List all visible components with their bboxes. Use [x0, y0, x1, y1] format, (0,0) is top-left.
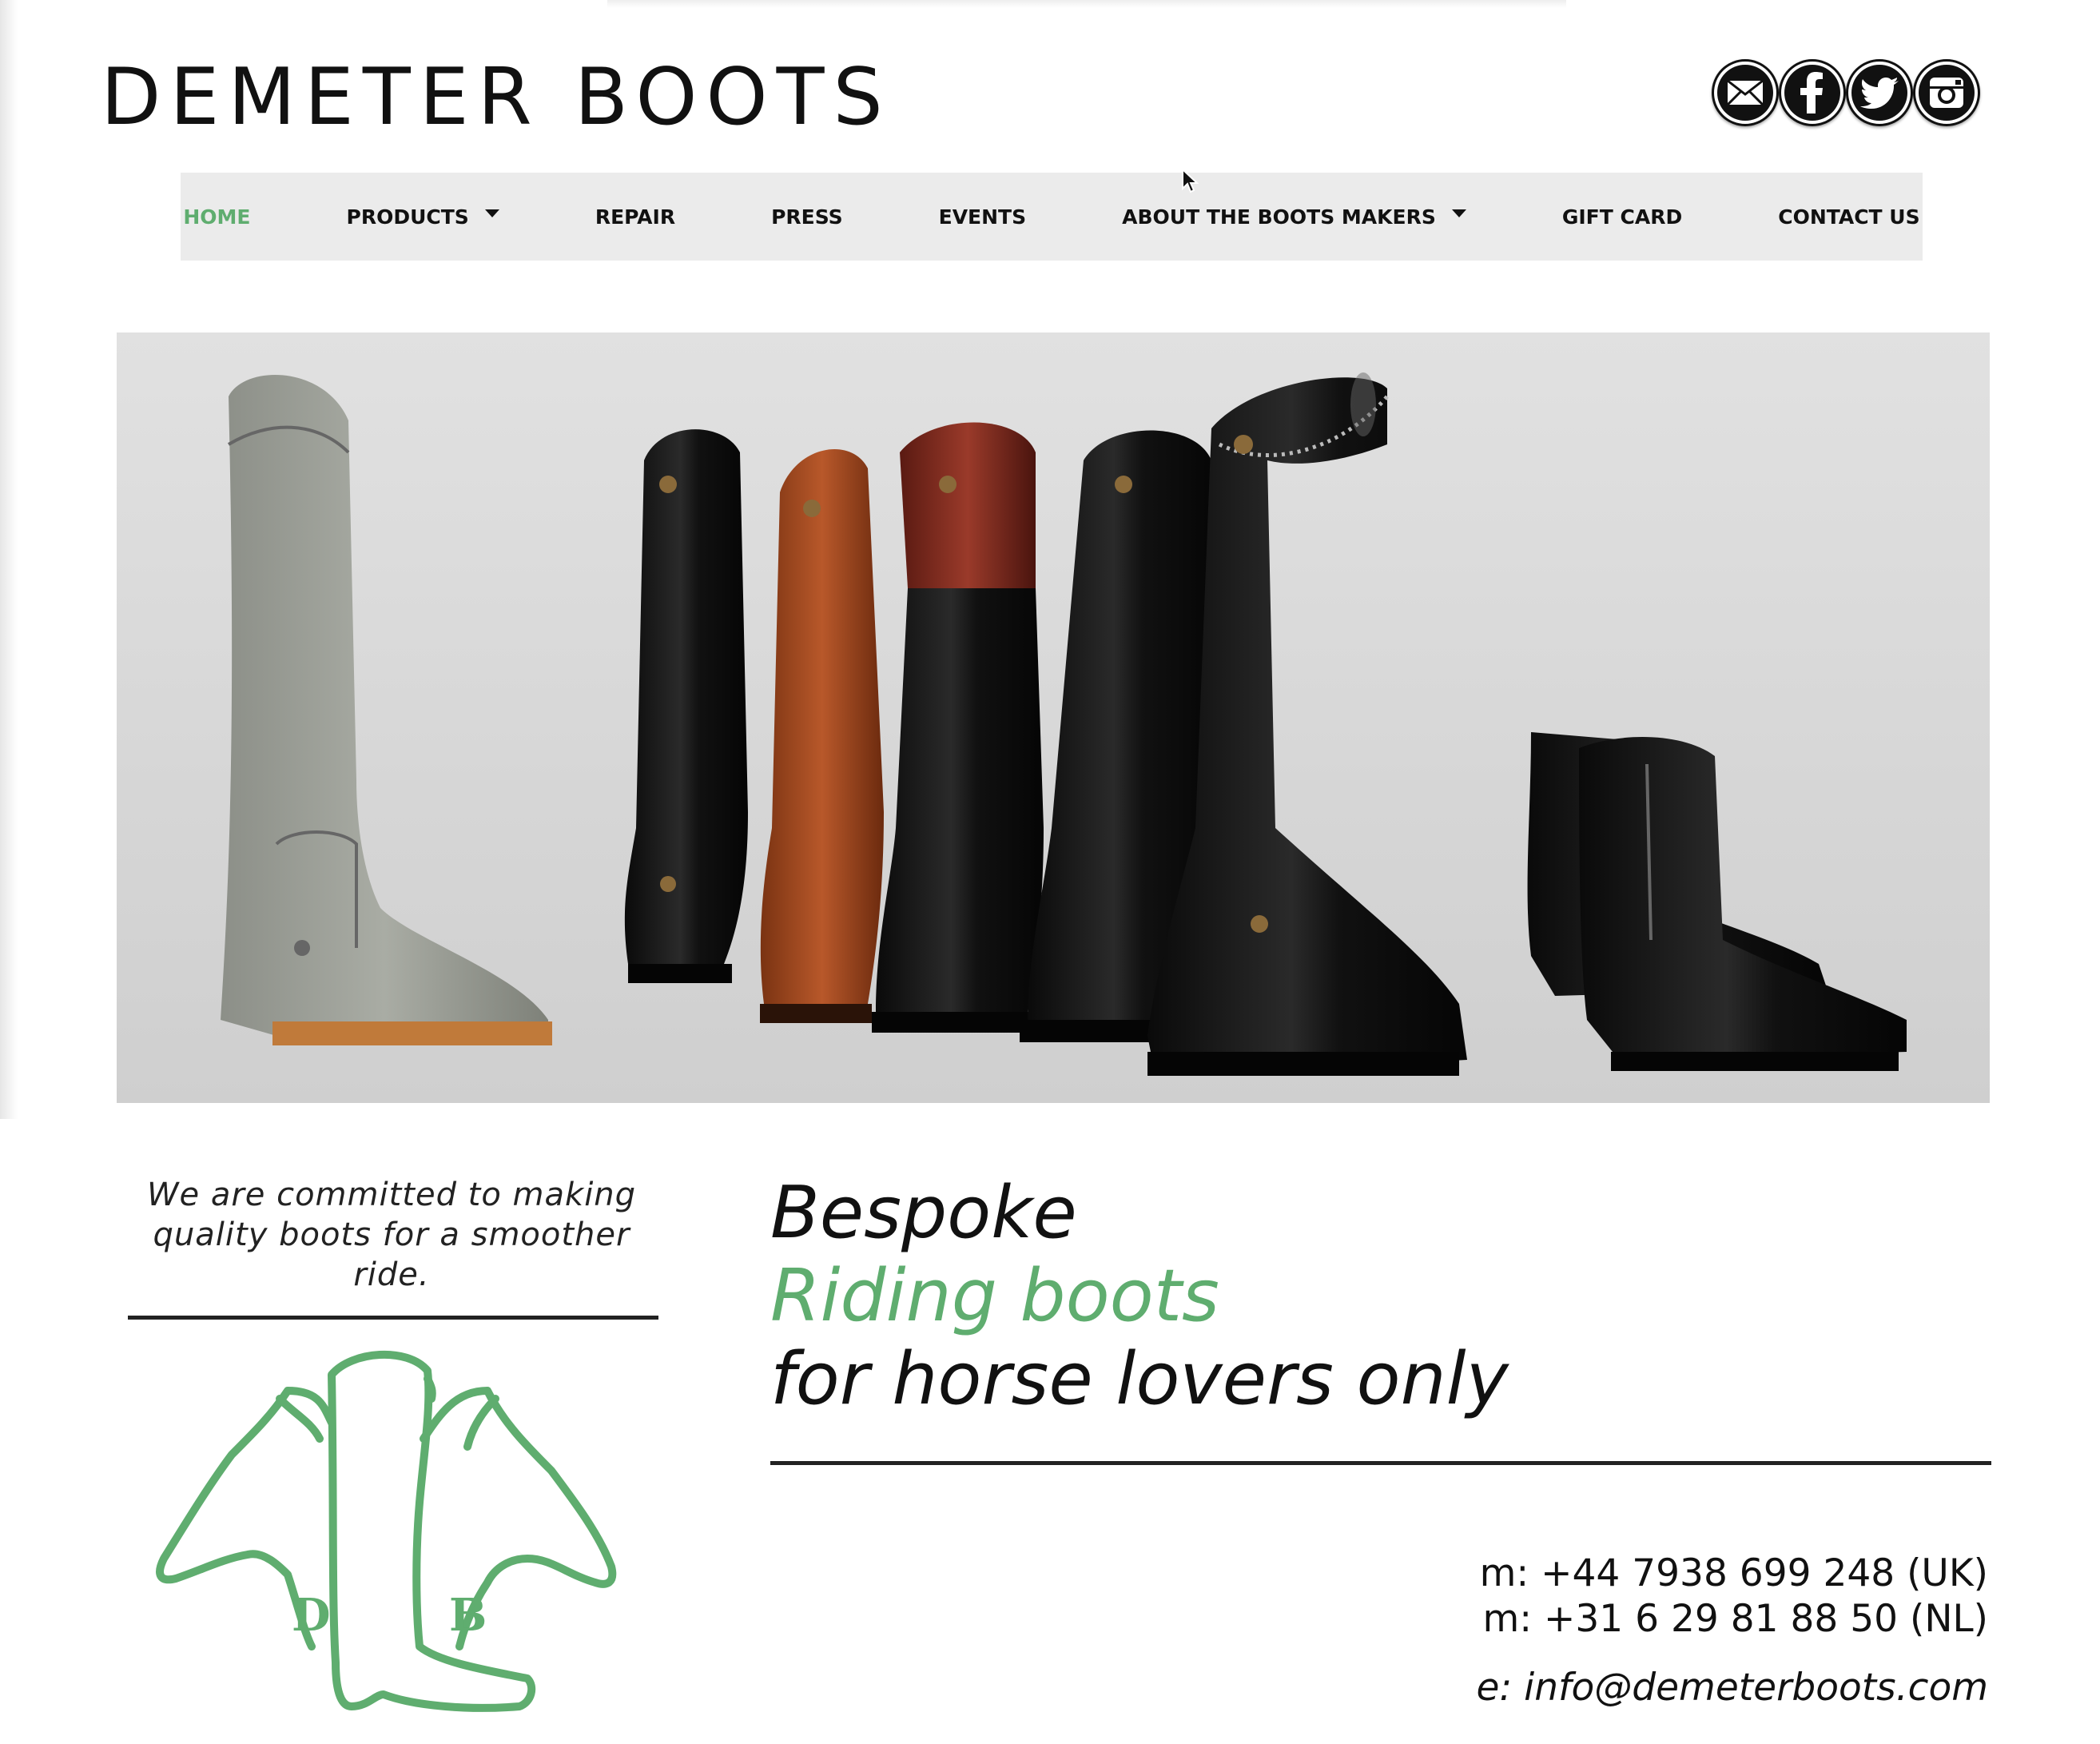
email-link[interactable]: e: info@demeterboots.com — [1476, 1664, 1988, 1712]
nav-contact-label: CONTACT US — [1778, 205, 1920, 229]
headline-line-1: Bespoke — [770, 1171, 1077, 1255]
nav-about-label: ABOUT THE BOOTS MAKERS — [1122, 205, 1436, 229]
phone-nl[interactable]: m: +31 6 29 81 88 50 (NL) — [1476, 1596, 1988, 1642]
nav-home-label: HOME — [183, 205, 251, 229]
page-edge-shadow — [0, 0, 18, 1119]
facebook-button[interactable] — [1779, 59, 1846, 126]
nav-home[interactable]: HOME — [135, 205, 298, 229]
nav-products-label: PRODUCTS — [346, 205, 469, 229]
logo-letter-b: B — [449, 1589, 487, 1642]
contact-info: m: +44 7938 699 248 (UK) m: +31 6 29 81 … — [1476, 1551, 1988, 1712]
hero-image — [117, 332, 1990, 1103]
mail-button[interactable] — [1712, 59, 1779, 126]
logo-letter-d: D — [292, 1589, 331, 1642]
nav-events-label: EVENTS — [938, 205, 1027, 229]
social-links — [1712, 59, 1980, 126]
tagline: We are committed to making quality boots… — [146, 1177, 637, 1293]
headline-line-3: for horse lovers only — [770, 1337, 1509, 1421]
nav-gift-card[interactable]: GIFT CARD — [1514, 205, 1730, 229]
main-nav: HOME PRODUCTS REPAIR PRESS EVENTS ABOUT … — [181, 173, 1923, 261]
demeter-boots-logo: D B — [152, 1343, 623, 1722]
nav-repair[interactable]: REPAIR — [547, 205, 723, 229]
phone-uk[interactable]: m: +44 7938 699 248 (UK) — [1476, 1551, 1988, 1596]
nav-press[interactable]: PRESS — [723, 205, 891, 229]
top-edge-shadow — [607, 0, 1566, 8]
riding-boots-photo — [221, 372, 1907, 1077]
headline: Bespoke Riding boots for horse lovers on… — [770, 1172, 1509, 1421]
nav-about[interactable]: ABOUT THE BOOTS MAKERS — [1074, 205, 1514, 229]
instagram-icon — [1930, 78, 1963, 108]
nav-products[interactable]: PRODUCTS — [299, 205, 547, 229]
nav-press-label: PRESS — [771, 205, 843, 229]
caret-down-icon — [484, 209, 499, 217]
nav-gift-card-label: GIFT CARD — [1561, 205, 1683, 229]
nav-contact[interactable]: CONTACT US — [1730, 205, 1967, 229]
instagram-button[interactable] — [1913, 59, 1980, 126]
mouse-cursor-icon — [1182, 168, 1199, 193]
facebook-icon — [1800, 72, 1823, 113]
headline-line-2: Riding boots — [770, 1254, 1219, 1338]
site-title[interactable]: DEMETER BOOTS — [101, 50, 892, 145]
caret-down-icon — [1451, 209, 1466, 217]
divider — [770, 1461, 1991, 1465]
twitter-icon — [1860, 78, 1899, 109]
nav-repair-label: REPAIR — [595, 205, 676, 229]
twitter-button[interactable] — [1846, 59, 1913, 126]
divider — [128, 1316, 658, 1320]
mail-icon — [1727, 80, 1764, 106]
logo-horse-boot-icon: D B — [156, 1350, 617, 1712]
nav-events[interactable]: EVENTS — [891, 205, 1075, 229]
